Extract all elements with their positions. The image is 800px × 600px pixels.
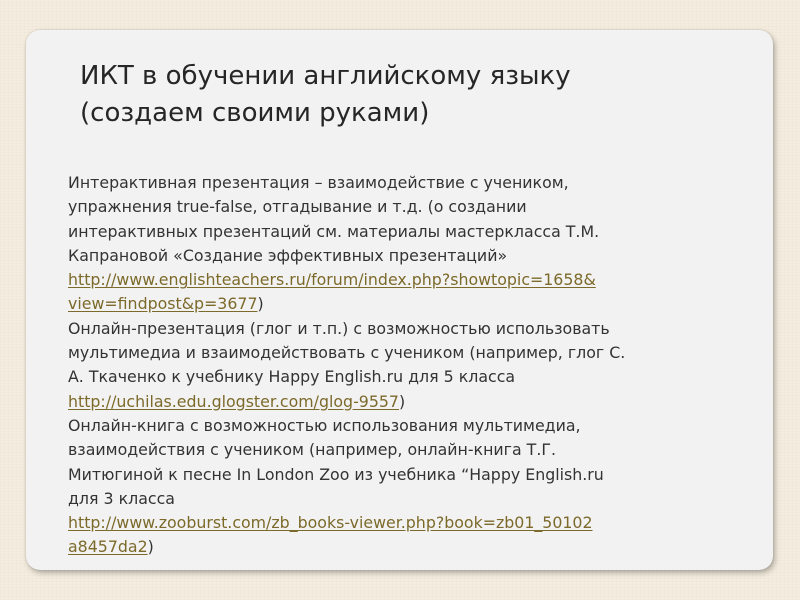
body-line: интерактивных презентаций см. материалы …	[68, 221, 600, 241]
body-line: взаимодействия с учеником (например, онл…	[68, 440, 557, 460]
englishteachers-link[interactable]: http://www.englishteachers.ru/forum/inde…	[68, 270, 596, 289]
zooburst-link-continued[interactable]: a8457da2	[68, 537, 148, 556]
body-line: Онлайн-презентация (глог и т.п.) с возмо…	[68, 318, 610, 338]
close-paren: )	[257, 294, 264, 314]
close-paren: )	[147, 537, 154, 557]
zooburst-link[interactable]: http://www.zooburst.com/zb_books-viewer.…	[68, 513, 593, 532]
body-line: Капрановой «Создание эффективных презент…	[68, 245, 508, 265]
body-line: Онлайн-книга с возможностью использовани…	[68, 415, 581, 435]
body-line: А. Ткаченко к учебнику Happy English.ru …	[68, 367, 516, 387]
slide-body: Интерактивная презентация – взаимодейств…	[68, 171, 768, 560]
englishteachers-link-continued[interactable]: view=findpost&p=3677	[68, 294, 258, 313]
link-line: http://www.englishteachers.ru/forum/inde…	[68, 268, 768, 292]
slide-title: ИКТ в обучении английскому языку (создае…	[80, 58, 720, 132]
slide-title-line-1: ИКТ в обучении английскому языку	[80, 61, 571, 91]
body-line: Митюгиной к песне In London Zoo из учебн…	[68, 464, 604, 484]
close-paren: )	[398, 391, 406, 411]
link-line: http://www.zooburst.com/zb_books-viewer.…	[68, 511, 768, 535]
glogster-link[interactable]: http://uchilas.edu.glogster.com/glog-955…	[68, 392, 399, 411]
slide-title-line-2: (создаем своими руками)	[80, 98, 430, 128]
body-line: мультимедиа и взаимодействовать с ученик…	[68, 343, 626, 363]
link-line: a8457da2)	[68, 535, 768, 559]
link-line: view=findpost&p=3677)	[68, 292, 768, 316]
link-line: http://uchilas.edu.glogster.com/glog-955…	[68, 390, 768, 414]
body-line: для 3 класса	[68, 488, 175, 508]
body-line: Интерактивная презентация – взаимодейств…	[68, 173, 569, 192]
body-line: упражнения true-false, отгадывание и т.д…	[68, 197, 527, 217]
